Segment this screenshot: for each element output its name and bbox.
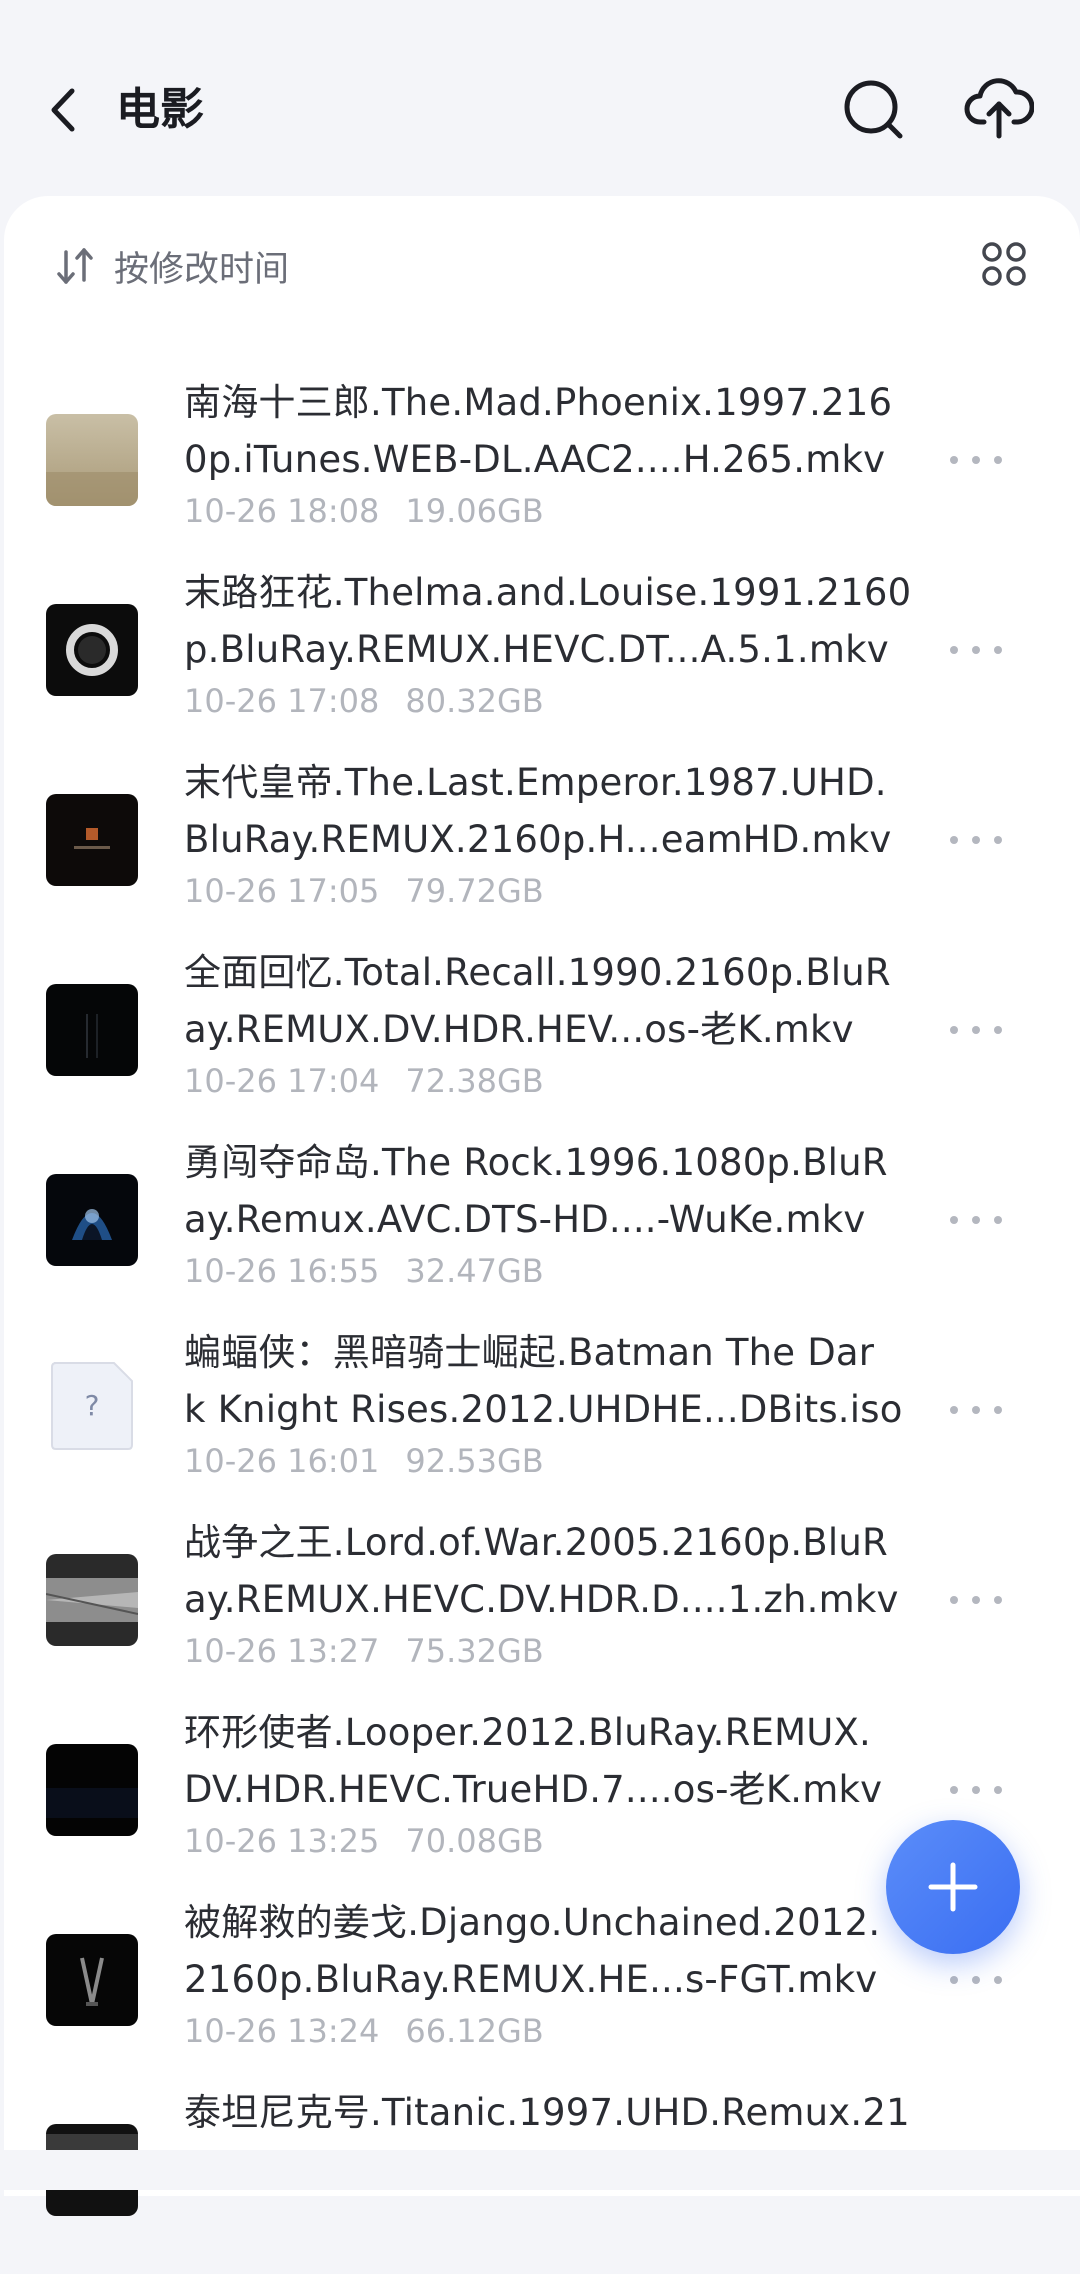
file-size: 32.47GB <box>405 1252 544 1290</box>
search-icon <box>844 80 903 139</box>
view-toggle-button[interactable] <box>980 240 1028 288</box>
file-date: 10-26 13:24 <box>184 2012 380 2050</box>
file-name: 全面回忆.Total.Recall.1990.2160p.BluR ay.REM… <box>184 951 891 1051</box>
file-meta: 10-26 17:08 80.32GB <box>184 682 544 720</box>
video-thumbnail <box>46 414 138 506</box>
more-options-icon[interactable] <box>950 1780 1002 1800</box>
file-size: 72.38GB <box>405 1062 544 1100</box>
more-options-icon[interactable] <box>950 1590 1002 1610</box>
file-date: 10-26 18:08 <box>184 492 380 530</box>
add-button[interactable] <box>886 1820 1020 1954</box>
upload-button[interactable] <box>964 72 1035 142</box>
file-date: 10-26 17:04 <box>184 1062 380 1100</box>
file-meta: 10-26 13:25 70.08GB <box>184 1822 544 1860</box>
video-thumbnail <box>46 984 138 1076</box>
file-meta: 10-26 18:08 19.06GB <box>184 492 544 530</box>
file-meta: 10-26 17:04 72.38GB <box>184 1062 544 1100</box>
video-thumbnail <box>46 604 138 696</box>
file-date: 10-26 16:55 <box>184 1252 380 1290</box>
file-size: 75.32GB <box>405 1632 544 1670</box>
back-button[interactable] <box>40 80 84 140</box>
more-options-icon[interactable] <box>950 830 1002 850</box>
file-row[interactable]: 战争之王.Lord.of.War.2005.2160p.BluR ay.REMU… <box>0 1514 1080 1704</box>
search-button[interactable] <box>840 76 908 144</box>
file-date: 10-26 16:01 <box>184 1442 380 1480</box>
more-options-icon[interactable] <box>950 1210 1002 1230</box>
grid-view-icon <box>982 242 1026 286</box>
sort-icon <box>57 248 93 284</box>
file-date: 10-26 17:05 <box>184 872 380 910</box>
file-meta: 10-26 17:05 79.72GB <box>184 872 544 910</box>
video-thumbnail <box>46 1744 138 1836</box>
file-size: 66.12GB <box>405 2012 544 2050</box>
chevron-left-icon <box>51 88 75 132</box>
file-meta: 10-26 13:27 75.32GB <box>184 1632 544 1670</box>
unknown-file-icon: ? <box>46 1359 138 1451</box>
sort-control[interactable]: 按修改时间 <box>54 238 289 294</box>
file-name: 被解救的姜戈.Django.Unchained.2012. 2160p.BluR… <box>184 1901 881 2001</box>
more-options-icon[interactable] <box>950 640 1002 660</box>
file-date: 10-26 17:08 <box>184 682 380 720</box>
file-meta: 10-26 16:55 32.47GB <box>184 1252 544 1290</box>
file-size: 79.72GB <box>405 872 544 910</box>
file-meta: 10-26 13:24 66.12GB <box>184 2012 544 2050</box>
file-name: 战争之王.Lord.of.War.2005.2160p.BluR ay.REMU… <box>184 1521 899 1621</box>
more-options-icon[interactable] <box>950 1400 1002 1420</box>
file-name: 勇闯夺命岛.The Rock.1996.1080p.BluR ay.Remux.… <box>184 1141 888 1241</box>
cloud-upload-icon <box>964 78 1035 139</box>
file-size: 19.06GB <box>405 492 544 530</box>
file-name: 末代皇帝.The.Last.Emperor.1987.UHD. BluRay.R… <box>184 761 892 861</box>
file-row[interactable]: 勇闯夺命岛.The Rock.1996.1080p.BluR ay.Remux.… <box>0 1134 1080 1324</box>
file-date: 10-26 13:27 <box>184 1632 380 1670</box>
file-name: 泰坦尼克号.Titanic.1997.UHD.Remux.21 <box>184 2091 910 2134</box>
file-size: 80.32GB <box>405 682 544 720</box>
file-meta: 10-26 16:01 92.53GB <box>184 1442 544 1480</box>
svg-text:?: ? <box>85 1389 100 1422</box>
bottom-strip <box>0 2150 1080 2190</box>
video-thumbnail <box>46 794 138 886</box>
more-options-icon[interactable] <box>950 450 1002 470</box>
file-row[interactable]: 末代皇帝.The.Last.Emperor.1987.UHD. BluRay.R… <box>0 754 1080 944</box>
file-size: 92.53GB <box>405 1442 544 1480</box>
file-name: 蝙蝠侠：黑暗骑士崛起.Batman The Dar k Knight Rises… <box>184 1331 903 1431</box>
file-name: 环形使者.Looper.2012.BluRay.REMUX. DV.HDR.HE… <box>184 1711 883 1811</box>
file-row[interactable]: 南海十三郎.The.Mad.Phoenix.1997.216 0p.iTunes… <box>0 374 1080 564</box>
video-thumbnail <box>46 1934 138 2026</box>
file-row[interactable]: ? 蝙蝠侠：黑暗骑士崛起.Batman The Dar k Knight Rise… <box>0 1324 1080 1514</box>
page-title: 电影 <box>116 84 204 135</box>
video-thumbnail <box>46 1554 138 1646</box>
file-size: 70.08GB <box>405 1822 544 1860</box>
more-options-icon[interactable] <box>950 1970 1002 1990</box>
file-date: 10-26 13:25 <box>184 1822 380 1860</box>
file-row[interactable]: 末路狂花.Thelma.and.Louise.1991.2160 p.BluRa… <box>0 564 1080 754</box>
sort-label: 按修改时间 <box>114 249 290 290</box>
file-name: 末路狂花.Thelma.and.Louise.1991.2160 p.BluRa… <box>184 571 912 671</box>
plus-icon <box>928 1862 978 1912</box>
video-thumbnail <box>46 1174 138 1266</box>
file-name: 南海十三郎.The.Mad.Phoenix.1997.216 0p.iTunes… <box>184 381 893 481</box>
more-options-icon[interactable] <box>950 1020 1002 1040</box>
top-bar: 电影 <box>0 0 1080 200</box>
file-row[interactable]: 全面回忆.Total.Recall.1990.2160p.BluR ay.REM… <box>0 944 1080 1134</box>
